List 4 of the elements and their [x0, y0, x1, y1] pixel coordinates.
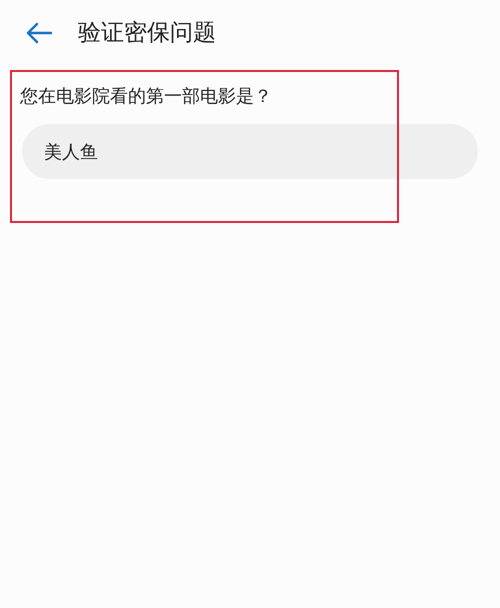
question-text: 您在电影院看的第一部电影是？: [20, 85, 273, 109]
back-icon: [25, 22, 53, 44]
answer-field[interactable]: 美人鱼: [22, 124, 478, 179]
page-title: 验证密保问题: [78, 18, 216, 48]
